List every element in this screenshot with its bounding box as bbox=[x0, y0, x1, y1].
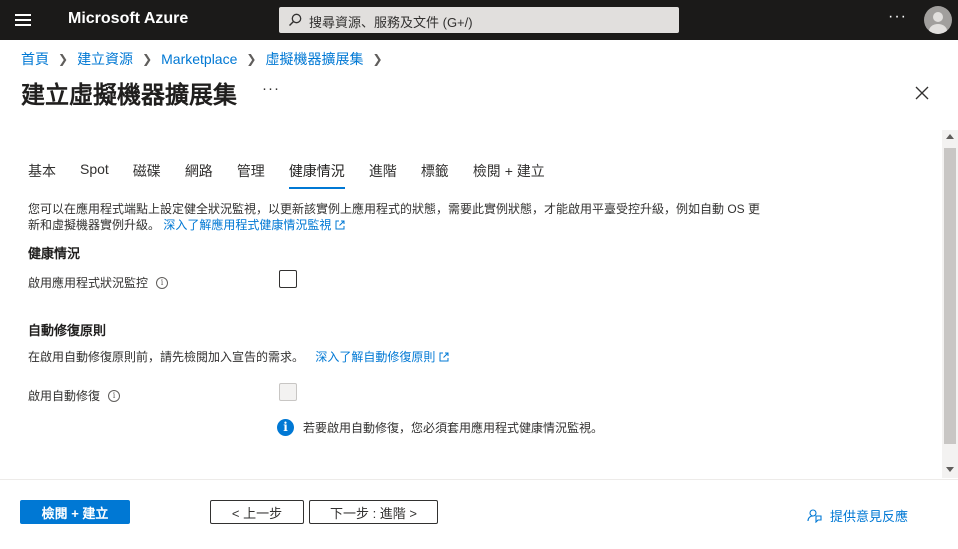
tab-review-create[interactable]: 檢閱 + 建立 bbox=[473, 161, 545, 189]
previous-button[interactable]: < 上一步 bbox=[210, 500, 304, 524]
scroll-up-icon[interactable] bbox=[946, 134, 954, 139]
breadcrumb-vmss[interactable]: 虛擬機器擴展集 bbox=[265, 49, 363, 69]
footer-divider bbox=[0, 479, 958, 480]
auto-repair-heading: 自動修復原則 bbox=[28, 323, 107, 338]
chevron-right-icon: ❯ bbox=[58, 52, 69, 66]
app-health-label-row: 啟用應用程式狀況監控 i bbox=[28, 274, 169, 291]
health-heading: 健康情況 bbox=[28, 246, 81, 261]
external-link-icon bbox=[439, 352, 449, 362]
avatar[interactable] bbox=[924, 6, 952, 34]
close-icon[interactable] bbox=[913, 84, 931, 102]
tab-disks[interactable]: 磁碟 bbox=[133, 161, 161, 189]
info-message-text: 若要啟用自動修復，您必須套用應用程式健康情況監視。 bbox=[303, 421, 604, 435]
auto-repair-checkbox[interactable] bbox=[279, 383, 297, 401]
title-more-icon[interactable]: ··· bbox=[262, 80, 280, 97]
feedback-label: 提供意見反應 bbox=[830, 509, 909, 524]
tab-management[interactable]: 管理 bbox=[237, 161, 265, 189]
tab-networking[interactable]: 網路 bbox=[185, 161, 213, 189]
scrollbar-thumb[interactable] bbox=[944, 148, 956, 444]
learn-more-health-link[interactable]: 深入了解應用程式健康情況監視 bbox=[163, 218, 345, 232]
breadcrumb-marketplace[interactable]: Marketplace bbox=[161, 51, 237, 67]
auto-repair-text-row: 在啟用自動修復原則前，請先檢閱加入宣告的需求。 深入了解自動修復原則 bbox=[28, 348, 449, 365]
external-link-icon bbox=[335, 220, 345, 230]
chevron-right-icon: ❯ bbox=[246, 52, 257, 66]
brand-title[interactable]: Microsoft Azure bbox=[68, 10, 188, 28]
breadcrumb-create-resource[interactable]: 建立資源 bbox=[77, 49, 133, 69]
review-create-button[interactable]: 檢閱 + 建立 bbox=[20, 500, 130, 524]
tab-bar: 基本 Spot 磁碟 網路 管理 健康情況 進階 標籤 檢閱 + 建立 bbox=[28, 161, 569, 189]
feedback-link[interactable]: 提供意見反應 bbox=[807, 506, 908, 525]
auto-repair-label: 啟用自動修復 bbox=[28, 389, 101, 403]
chevron-right-icon: ❯ bbox=[372, 52, 383, 66]
info-message: i 若要啟用自動修復，您必須套用應用程式健康情況監視。 bbox=[277, 419, 603, 436]
scroll-down-icon[interactable] bbox=[946, 467, 954, 472]
next-button[interactable]: 下一步 : 進階 > bbox=[309, 500, 438, 524]
health-description: 您可以在應用程式端點上設定健全狀況監視，以更新該實例上應用程式的狀態，需要此實例… bbox=[28, 201, 768, 233]
tab-advanced[interactable]: 進階 bbox=[369, 161, 397, 189]
app-health-label: 啟用應用程式狀況監控 bbox=[28, 276, 149, 290]
tab-basics[interactable]: 基本 bbox=[28, 161, 56, 189]
info-circle-icon: i bbox=[277, 419, 294, 436]
chevron-right-icon: ❯ bbox=[142, 52, 153, 66]
search-input[interactable]: 搜尋資源、服務及文件 (G+/) bbox=[279, 7, 679, 33]
hamburger-menu-icon[interactable] bbox=[14, 11, 32, 29]
top-bar: Microsoft Azure 搜尋資源、服務及文件 (G+/) ··· bbox=[0, 0, 958, 40]
info-icon[interactable]: i bbox=[108, 389, 121, 402]
tab-tags[interactable]: 標籤 bbox=[421, 161, 449, 189]
learn-more-repair-link[interactable]: 深入了解自動修復原則 bbox=[315, 350, 449, 364]
tab-health[interactable]: 健康情況 bbox=[288, 161, 345, 189]
info-icon[interactable]: i bbox=[156, 276, 169, 289]
user-icon bbox=[929, 12, 947, 34]
description-text: 您可以在應用程式端點上設定健全狀況監視，以更新該實例上應用程式的狀態，需要此實例… bbox=[28, 202, 761, 232]
auto-repair-text: 在啟用自動修復原則前，請先檢閱加入宣告的需求。 bbox=[28, 350, 305, 364]
feedback-icon bbox=[807, 509, 822, 523]
breadcrumb: 首頁 ❯ 建立資源 ❯ Marketplace ❯ 虛擬機器擴展集 ❯ bbox=[21, 49, 392, 69]
search-icon bbox=[289, 13, 302, 26]
auto-repair-label-row: 啟用自動修復 i bbox=[28, 387, 121, 404]
tab-spot[interactable]: Spot bbox=[80, 161, 109, 189]
search-placeholder: 搜尋資源、服務及文件 (G+/) bbox=[309, 15, 473, 30]
page-title: 建立虛擬機器擴展集 bbox=[21, 82, 237, 109]
breadcrumb-home[interactable]: 首頁 bbox=[21, 49, 49, 69]
app-health-checkbox[interactable] bbox=[279, 270, 297, 288]
more-options-icon[interactable]: ··· bbox=[888, 8, 907, 26]
